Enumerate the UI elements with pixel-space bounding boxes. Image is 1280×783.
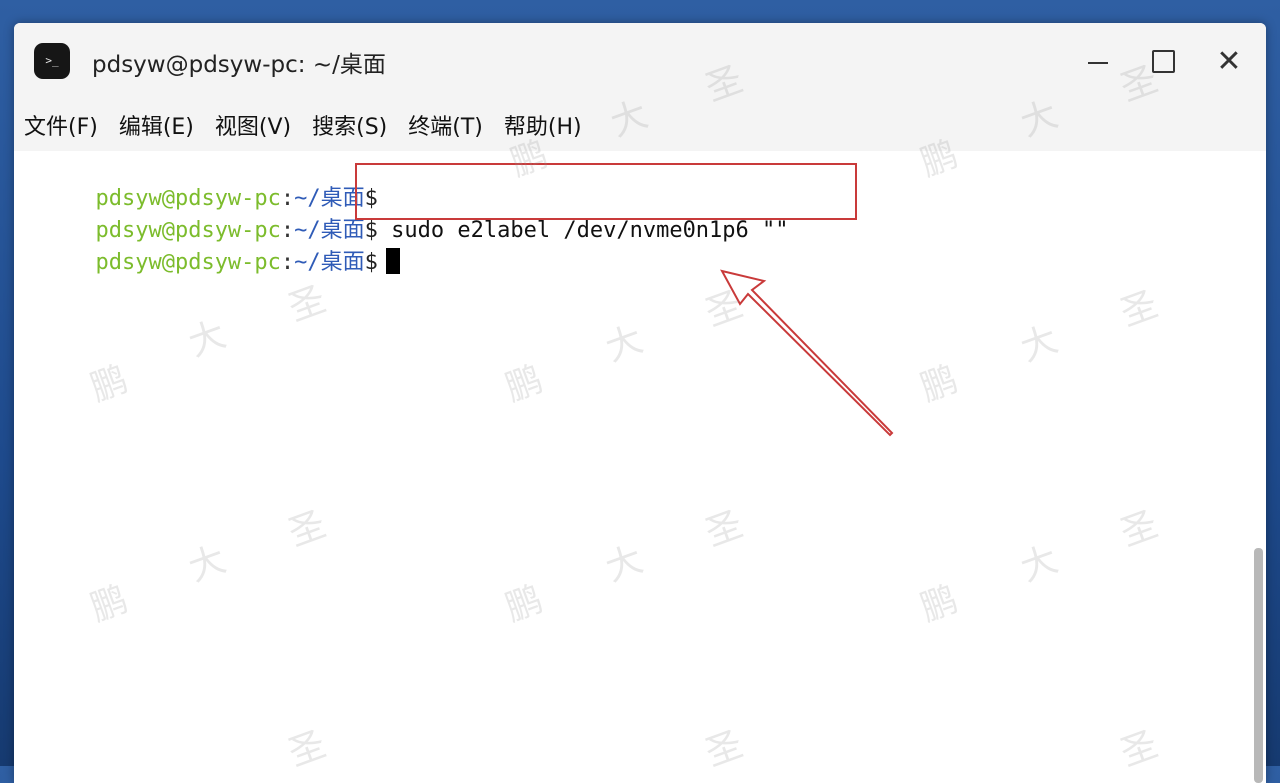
- annotation-arrow-icon: [720, 269, 894, 437]
